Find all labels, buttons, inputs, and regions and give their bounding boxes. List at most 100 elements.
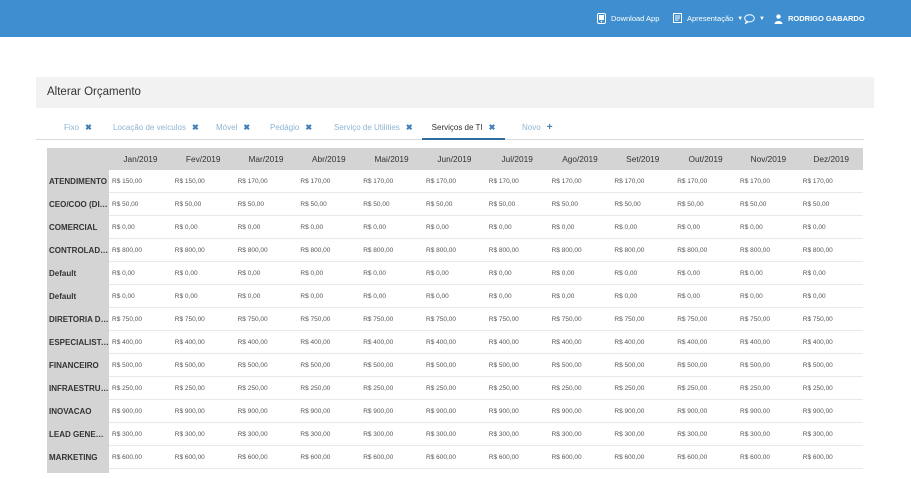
- budget-value-cell[interactable]: R$ 0,00: [238, 285, 261, 308]
- budget-value-cell[interactable]: R$ 50,00: [677, 193, 703, 216]
- tab-servico-utilities[interactable]: Serviço de Utilities ✖: [334, 117, 413, 139]
- budget-value-cell[interactable]: R$ 800,00: [363, 239, 393, 262]
- budget-value-cell[interactable]: R$ 0,00: [112, 285, 135, 308]
- budget-value-cell[interactable]: R$ 750,00: [803, 308, 833, 331]
- budget-value-cell[interactable]: R$ 500,00: [803, 354, 833, 377]
- budget-value-cell[interactable]: R$ 0,00: [426, 285, 449, 308]
- budget-value-cell[interactable]: R$ 170,00: [238, 170, 268, 193]
- budget-value-cell[interactable]: R$ 0,00: [238, 262, 261, 285]
- budget-value-cell[interactable]: R$ 0,00: [677, 262, 700, 285]
- budget-value-cell[interactable]: R$ 170,00: [363, 170, 393, 193]
- tab-fixo[interactable]: Fixo ✖: [64, 117, 92, 139]
- budget-value-cell[interactable]: R$ 400,00: [803, 331, 833, 354]
- budget-value-cell[interactable]: R$ 250,00: [363, 377, 393, 400]
- close-icon[interactable]: ✖: [85, 123, 92, 132]
- budget-value-cell[interactable]: R$ 300,00: [112, 423, 142, 446]
- user-menu[interactable]: RODRIGO GABARDO: [774, 0, 865, 37]
- budget-value-cell[interactable]: R$ 300,00: [489, 423, 519, 446]
- budget-value-cell[interactable]: R$ 400,00: [238, 331, 268, 354]
- budget-value-cell[interactable]: R$ 170,00: [552, 170, 582, 193]
- budget-value-cell[interactable]: R$ 0,00: [740, 285, 763, 308]
- tab-movel[interactable]: Móvel ✖: [216, 117, 250, 139]
- budget-value-cell[interactable]: R$ 50,00: [740, 193, 766, 216]
- budget-value-cell[interactable]: R$ 50,00: [238, 193, 264, 216]
- budget-value-cell[interactable]: R$ 750,00: [175, 308, 205, 331]
- budget-value-cell[interactable]: R$ 0,00: [677, 285, 700, 308]
- budget-value-cell[interactable]: R$ 600,00: [175, 446, 205, 469]
- download-app-link[interactable]: Download App: [597, 0, 659, 37]
- budget-value-cell[interactable]: R$ 0,00: [740, 216, 763, 239]
- budget-value-cell[interactable]: R$ 750,00: [489, 308, 519, 331]
- budget-value-cell[interactable]: R$ 0,00: [803, 216, 826, 239]
- budget-value-cell[interactable]: R$ 170,00: [677, 170, 707, 193]
- budget-value-cell[interactable]: R$ 0,00: [175, 285, 198, 308]
- budget-value-cell[interactable]: R$ 600,00: [300, 446, 330, 469]
- budget-value-cell[interactable]: R$ 400,00: [300, 331, 330, 354]
- budget-value-cell[interactable]: R$ 50,00: [614, 193, 640, 216]
- budget-value-cell[interactable]: R$ 800,00: [112, 239, 142, 262]
- budget-value-cell[interactable]: R$ 900,00: [112, 400, 142, 423]
- budget-value-cell[interactable]: R$ 500,00: [238, 354, 268, 377]
- budget-value-cell[interactable]: R$ 0,00: [175, 216, 198, 239]
- budget-value-cell[interactable]: R$ 50,00: [175, 193, 201, 216]
- budget-value-cell[interactable]: R$ 800,00: [552, 239, 582, 262]
- budget-value-cell[interactable]: R$ 800,00: [740, 239, 770, 262]
- close-icon[interactable]: ✖: [489, 123, 496, 132]
- budget-value-cell[interactable]: R$ 750,00: [112, 308, 142, 331]
- budget-value-cell[interactable]: R$ 170,00: [803, 170, 833, 193]
- budget-value-cell[interactable]: R$ 400,00: [677, 331, 707, 354]
- budget-value-cell[interactable]: R$ 0,00: [489, 262, 512, 285]
- budget-value-cell[interactable]: R$ 750,00: [677, 308, 707, 331]
- budget-value-cell[interactable]: R$ 0,00: [300, 285, 323, 308]
- budget-value-cell[interactable]: R$ 0,00: [489, 216, 512, 239]
- budget-value-cell[interactable]: R$ 0,00: [614, 285, 637, 308]
- budget-value-cell[interactable]: R$ 400,00: [740, 331, 770, 354]
- budget-value-cell[interactable]: R$ 500,00: [300, 354, 330, 377]
- tab-new[interactable]: Novo +: [522, 117, 553, 139]
- budget-value-cell[interactable]: R$ 600,00: [614, 446, 644, 469]
- budget-value-cell[interactable]: R$ 0,00: [363, 216, 386, 239]
- budget-value-cell[interactable]: R$ 800,00: [614, 239, 644, 262]
- budget-value-cell[interactable]: R$ 500,00: [740, 354, 770, 377]
- budget-value-cell[interactable]: R$ 600,00: [677, 446, 707, 469]
- budget-value-cell[interactable]: R$ 250,00: [112, 377, 142, 400]
- close-icon[interactable]: ✖: [192, 123, 199, 132]
- tab-servicos-ti[interactable]: Serviços de TI ✖: [422, 117, 505, 140]
- budget-value-cell[interactable]: R$ 0,00: [426, 262, 449, 285]
- budget-value-cell[interactable]: R$ 600,00: [363, 446, 393, 469]
- budget-value-cell[interactable]: R$ 800,00: [300, 239, 330, 262]
- budget-value-cell[interactable]: R$ 400,00: [614, 331, 644, 354]
- budget-value-cell[interactable]: R$ 900,00: [677, 400, 707, 423]
- budget-value-cell[interactable]: R$ 300,00: [803, 423, 833, 446]
- budget-value-cell[interactable]: R$ 0,00: [677, 216, 700, 239]
- budget-value-cell[interactable]: R$ 500,00: [552, 354, 582, 377]
- budget-value-cell[interactable]: R$ 300,00: [677, 423, 707, 446]
- budget-value-cell[interactable]: R$ 900,00: [740, 400, 770, 423]
- budget-value-cell[interactable]: R$ 750,00: [426, 308, 456, 331]
- budget-value-cell[interactable]: R$ 150,00: [175, 170, 205, 193]
- presentation-dropdown[interactable]: Apresentação ▼: [673, 0, 743, 37]
- close-icon[interactable]: ✖: [243, 123, 250, 132]
- budget-value-cell[interactable]: R$ 400,00: [175, 331, 205, 354]
- budget-value-cell[interactable]: R$ 300,00: [238, 423, 268, 446]
- budget-value-cell[interactable]: R$ 250,00: [677, 377, 707, 400]
- tab-pedagio[interactable]: Pedágio ✖: [270, 117, 312, 139]
- budget-value-cell[interactable]: R$ 900,00: [803, 400, 833, 423]
- budget-value-cell[interactable]: R$ 0,00: [363, 262, 386, 285]
- budget-value-cell[interactable]: R$ 900,00: [614, 400, 644, 423]
- budget-value-cell[interactable]: R$ 500,00: [677, 354, 707, 377]
- budget-value-cell[interactable]: R$ 800,00: [238, 239, 268, 262]
- budget-value-cell[interactable]: R$ 500,00: [489, 354, 519, 377]
- budget-value-cell[interactable]: R$ 250,00: [740, 377, 770, 400]
- budget-value-cell[interactable]: R$ 0,00: [238, 216, 261, 239]
- budget-value-cell[interactable]: R$ 170,00: [300, 170, 330, 193]
- budget-value-cell[interactable]: R$ 50,00: [300, 193, 326, 216]
- budget-value-cell[interactable]: R$ 0,00: [552, 216, 575, 239]
- budget-value-cell[interactable]: R$ 50,00: [363, 193, 389, 216]
- budget-value-cell[interactable]: R$ 50,00: [426, 193, 452, 216]
- budget-value-cell[interactable]: R$ 50,00: [803, 193, 829, 216]
- budget-value-cell[interactable]: R$ 250,00: [552, 377, 582, 400]
- budget-value-cell[interactable]: R$ 900,00: [489, 400, 519, 423]
- budget-value-cell[interactable]: R$ 0,00: [803, 285, 826, 308]
- budget-value-cell[interactable]: R$ 0,00: [614, 216, 637, 239]
